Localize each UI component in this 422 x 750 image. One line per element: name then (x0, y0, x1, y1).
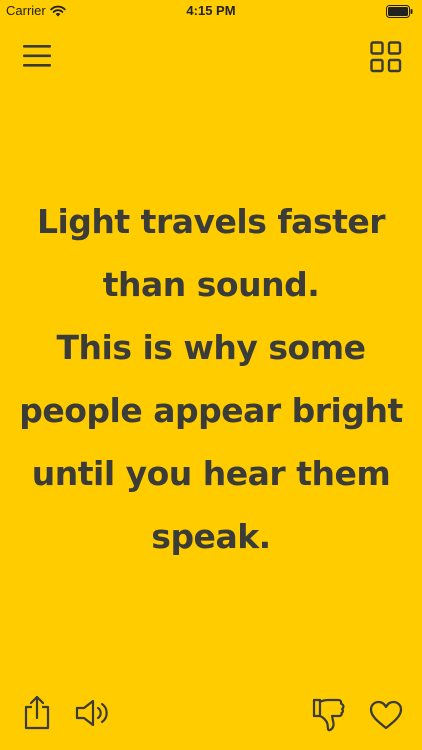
quote-line: speak. (151, 517, 271, 556)
quote-text: Light travels faster than sound. This is… (0, 190, 422, 568)
dislike-button[interactable] (312, 697, 346, 733)
quote-line: Light travels faster (36, 202, 386, 241)
quote-line: This is why some (56, 328, 366, 367)
quote-line: until you hear them (31, 454, 391, 493)
speaker-icon (75, 699, 108, 727)
share-icon (24, 695, 50, 730)
share-button[interactable] (22, 694, 52, 730)
quote-line: people appear bright (19, 391, 403, 430)
speak-aloud-button[interactable] (74, 697, 112, 729)
heart-icon (369, 700, 403, 730)
status-bar: Carrier 4:15 PM (0, 0, 422, 22)
status-time: 4:15 PM (186, 3, 236, 18)
thumbs-down-icon (312, 698, 345, 732)
quote-line: than sound. (102, 265, 320, 304)
menu-button[interactable] (22, 42, 52, 70)
grid-four-squares-icon (370, 41, 402, 73)
categories-grid-button[interactable] (370, 41, 402, 73)
like-button[interactable] (368, 699, 404, 731)
hamburger-menu-icon (23, 45, 51, 67)
battery-icon (386, 5, 413, 18)
